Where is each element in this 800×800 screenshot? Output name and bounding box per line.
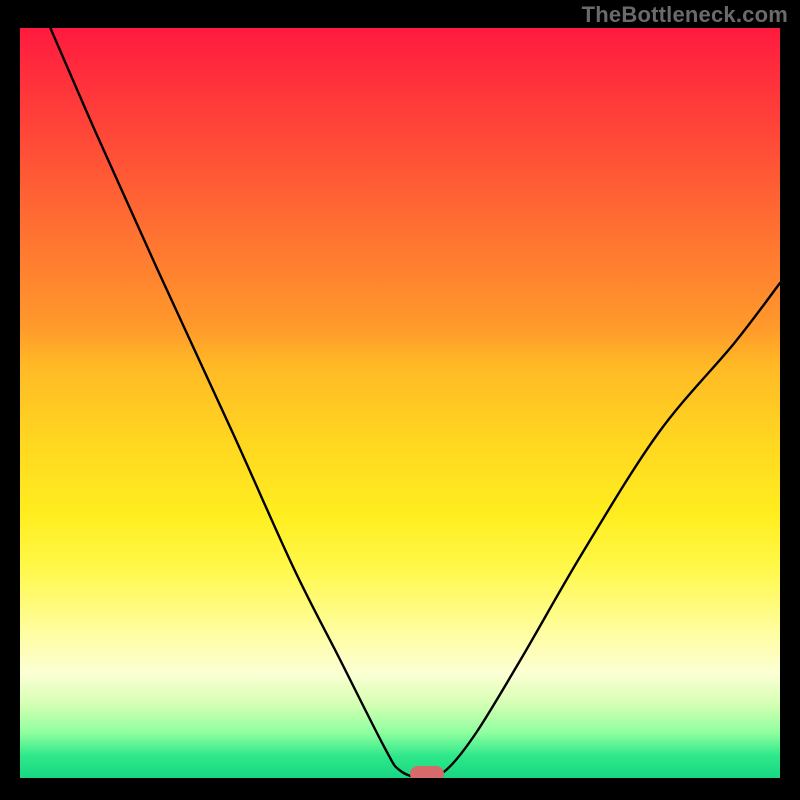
optimal-marker — [410, 766, 444, 778]
plot-area — [20, 28, 780, 778]
chart-frame: TheBottleneck.com — [0, 0, 800, 800]
watermark-label: TheBottleneck.com — [582, 2, 788, 28]
bottleneck-curve — [20, 28, 780, 778]
